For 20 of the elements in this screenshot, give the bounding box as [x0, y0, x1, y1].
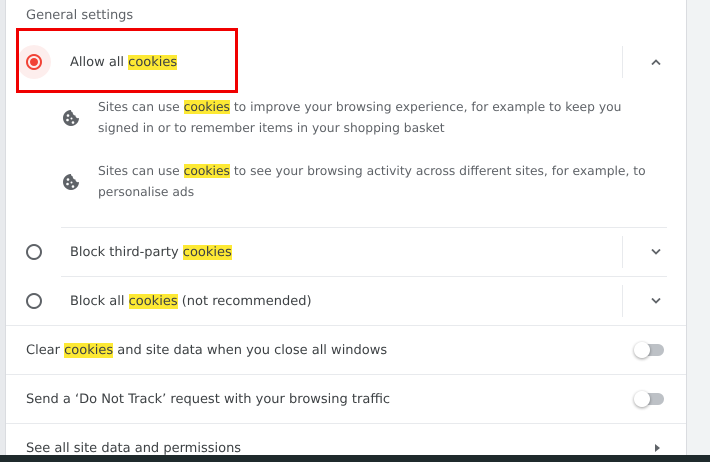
chevron-down-icon: [651, 249, 661, 255]
link-label[interactable]: See all site data and permissions: [26, 440, 242, 455]
chevron-up-icon: [651, 59, 661, 65]
cookie-icon: [62, 109, 80, 127]
option-description: Sites can use cookies to improve your browsing experience, for example to keep you signed in or to remember items in your shopping basket: [98, 99, 622, 137]
radio-button[interactable]: [26, 54, 42, 70]
option-label: Allow all cookies: [70, 54, 178, 70]
arrow-right-icon[interactable]: [655, 444, 660, 452]
option-description: Sites can use cookies to see your browsing activity across different sites, for example, to personalise ads: [98, 163, 646, 201]
toggle-label: Clear cookies and site data when you close all windows: [26, 342, 388, 358]
radio-button[interactable]: [26, 244, 42, 260]
toggle-label: Send a ‘Do Not Track’ request with your browsing traffic: [26, 392, 390, 406]
cookie-icon: [62, 173, 80, 191]
option-label: Block third-party cookies: [70, 244, 232, 260]
option-label: Block all cookies (not recommended): [70, 294, 312, 308]
radio-button[interactable]: [26, 293, 42, 309]
toggle-switch[interactable]: [634, 342, 664, 358]
chevron-down-icon: [651, 298, 661, 304]
section-title: General settings: [26, 8, 134, 23]
toggle-switch[interactable]: [634, 391, 664, 407]
